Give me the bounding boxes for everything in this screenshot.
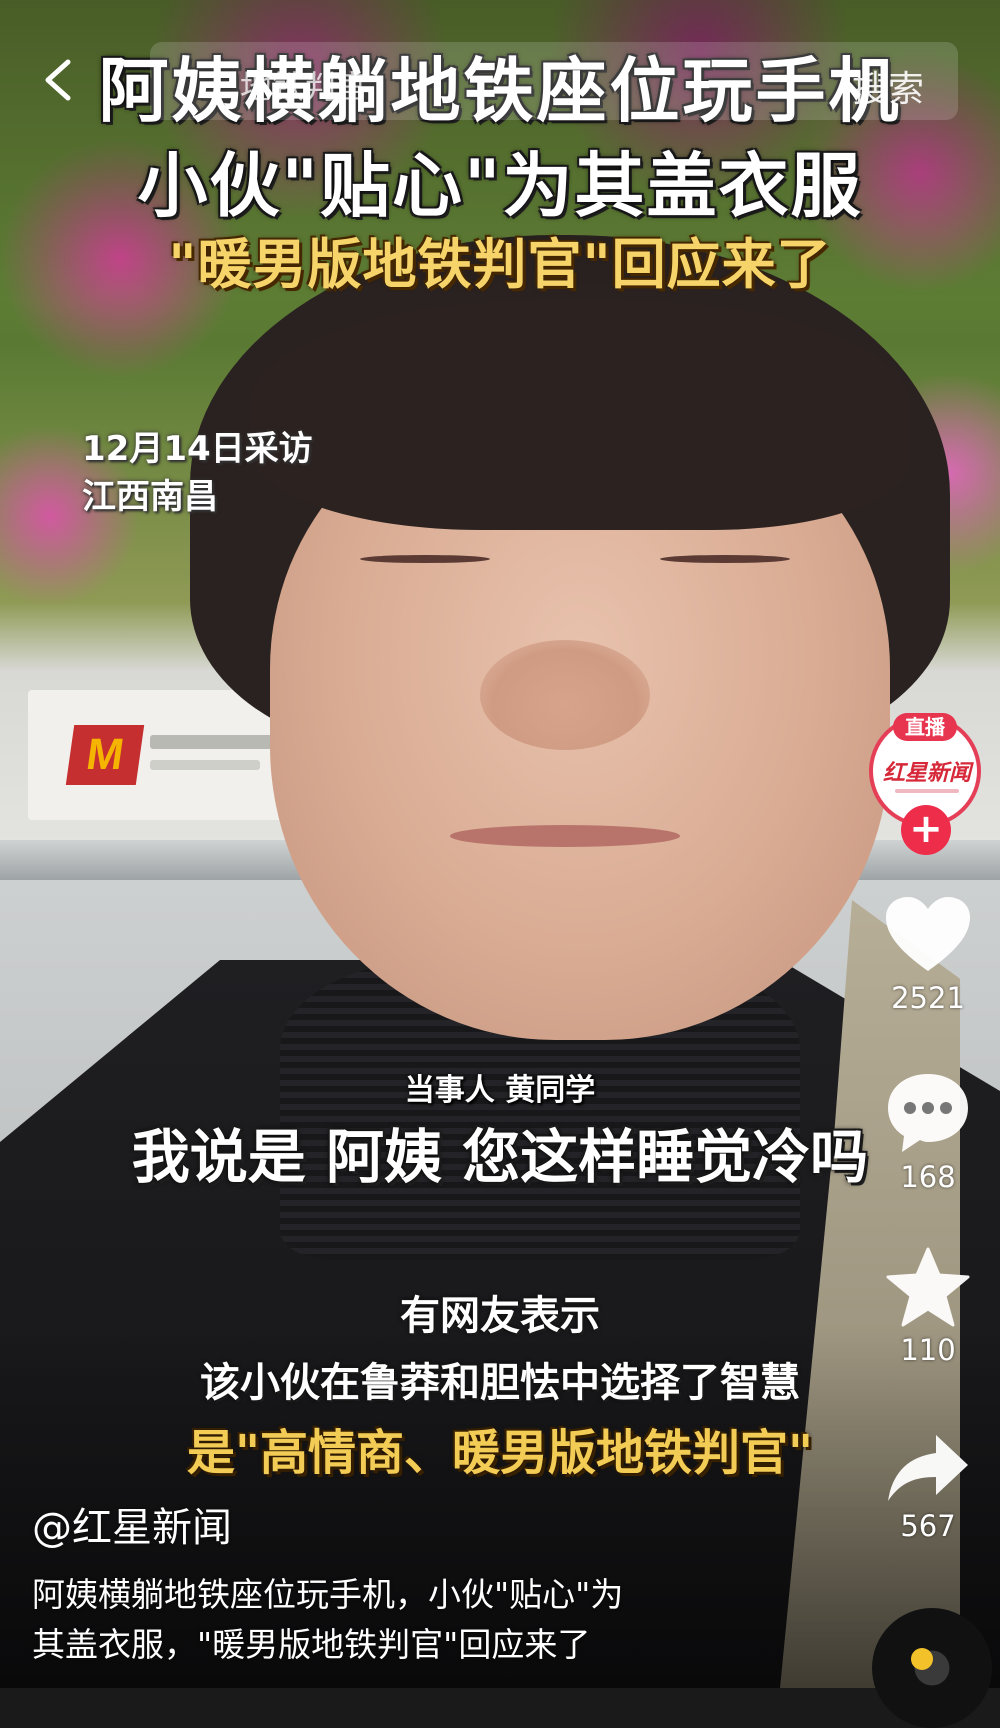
meta-date: 12月14日采访 [82, 429, 313, 469]
post-description[interactable]: 阿姨横躺地铁座位玩手机，小伙"贴心"为 其盖衣服，"暖男版地铁判官"回应来了 [32, 1570, 772, 1670]
share-arrow-icon [888, 1435, 968, 1501]
music-note-icon [911, 1648, 933, 1670]
avatar-name: 红星新闻 [882, 760, 971, 786]
person-nose [480, 640, 650, 750]
favorite-button[interactable]: 110 [880, 1247, 976, 1367]
favorite-count: 110 [900, 1333, 956, 1367]
like-count: 2521 [891, 981, 965, 1015]
share-button[interactable]: 567 [880, 1433, 976, 1543]
poster-text-block [150, 735, 290, 749]
like-button[interactable]: 2521 [880, 895, 976, 1015]
subtitle-note-line2: 该小伙在鲁莽和胆怯中选择了智慧 [200, 1360, 800, 1406]
person-fringe [250, 300, 910, 530]
star-icon [886, 1247, 970, 1327]
subtitle-quote: 我说是 阿姨 您这样睡觉冷吗 [131, 1123, 869, 1191]
music-disc-icon[interactable] [872, 1608, 992, 1728]
video-title-line2: 小伙"贴心"为其盖衣服 [137, 145, 863, 227]
comment-icon [888, 1074, 968, 1152]
share-count: 567 [900, 1509, 956, 1543]
heart-icon [886, 897, 970, 971]
speaker-label: 当事人 黄同学 [404, 1073, 596, 1108]
subtitle-note-line1: 有网友表示 [400, 1293, 600, 1339]
person-eye-right [660, 555, 790, 563]
post-description-line1: 阿姨横躺地铁座位玩手机，小伙"贴心"为 [32, 1575, 624, 1614]
video-title-line3: "暖男版地铁判官"回应来了 [168, 233, 832, 296]
video-meta: 12月14日采访 江西南昌 [82, 425, 313, 521]
post-description-line2: 其盖衣服，"暖男版地铁判官"回应来了 [32, 1625, 591, 1664]
follow-button[interactable]: + [901, 805, 951, 855]
live-badge: 直播 [893, 713, 957, 741]
search-button[interactable]: 搜索 [852, 60, 924, 112]
subtitle-note-line3: 是"高情商、暖男版地铁判官" [186, 1425, 814, 1481]
search-input[interactable]: 地铁判官 [240, 62, 368, 108]
author-name[interactable]: @红星新闻 [32, 1495, 232, 1553]
poster-text-block [150, 760, 260, 770]
comment-count: 168 [900, 1160, 956, 1194]
meta-location: 江西南昌 [82, 477, 218, 517]
chevron-left-icon [45, 59, 71, 101]
person-eye-left [360, 555, 490, 563]
comment-button[interactable]: 168 [880, 1070, 976, 1194]
avatar-subtext [895, 789, 959, 793]
metro-logo: M [65, 725, 145, 785]
person-mouth [450, 825, 680, 847]
back-button[interactable] [35, 58, 85, 108]
